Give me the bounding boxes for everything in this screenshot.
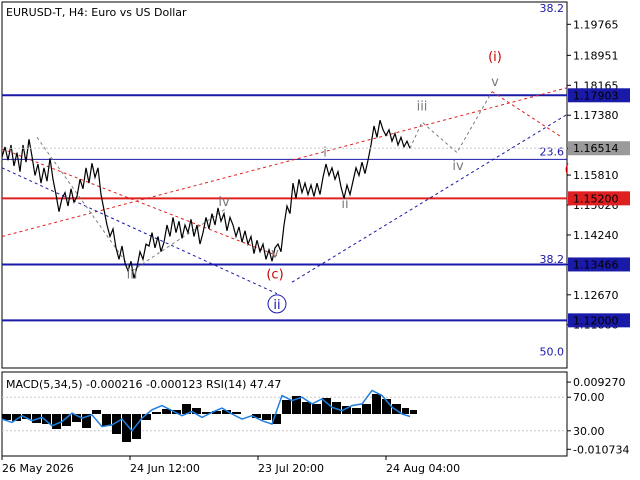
fibonacci-label: 23.6 [540,145,565,158]
wave-label: v [271,246,279,261]
wave-label: iii [127,267,138,282]
time-tick-label: 24 Jun 12:00 [130,462,200,475]
price-tick-label: 1.18951 [573,49,619,62]
price-tick-label: 1.12670 [573,289,619,302]
macd-bar [402,408,409,414]
fibonacci-label: 38.2 [540,2,565,15]
price-tick-label: 1.14240 [573,229,619,242]
macd-bar [52,414,61,429]
wave-label: v [491,75,499,90]
wave-label: ii [341,197,348,212]
macd-bar [152,412,161,414]
macd-bar [312,404,321,414]
price-label: 1.16514 [573,142,619,155]
price-label: 1.17903 [573,89,619,102]
wave-label: iv [218,195,230,210]
time-tick-label: 23 Jul 20:00 [258,462,324,475]
fibonacci-label: 50.0 [540,346,565,359]
price-chart: 38.223.638.250.0iiiivv(c)iiiiiiiiivv(i)(… [0,0,640,480]
indicator-tick-label: 0.009270 [573,376,626,389]
price-label: 1.13466 [573,258,619,271]
macd-bar [102,414,111,426]
indicator-tick-label: 70.00 [573,391,605,404]
fibonacci-label: 38.2 [540,253,565,266]
macd-bar [410,410,417,414]
wave-label: (c) [266,267,283,282]
price-tick-label: 1.17380 [573,109,619,122]
wave-label: ii [273,298,280,313]
macd-bar [302,402,311,414]
indicator-title: MACD(5,34,5) -0.000216 -0.000123 RSI(14)… [6,378,281,391]
price-tick-label: 1.15810 [573,169,619,182]
price-label: 1.15200 [573,192,619,205]
wave-label: iii [417,100,428,115]
macd-bar [232,412,241,414]
indicator-tick-label: 30.00 [573,425,605,438]
time-tick-label: 24 Aug 04:00 [386,462,460,475]
chart-title: EURUSD-T, H4: Euro vs US Dollar [6,6,187,19]
macd-bar [362,404,371,414]
price-tick-label: 1.19765 [573,18,619,31]
wave-label: (i) [488,50,502,65]
macd-bar [262,414,271,420]
wave-label: iv [452,159,464,174]
indicator-tick-label: -0.010734 [573,443,629,456]
price-label: 1.12000 [573,314,619,327]
macd-bar [282,400,291,414]
macd-bar [92,410,101,414]
time-tick-label: 26 May 2026 [2,462,74,475]
macd-bar [352,408,361,414]
macd-bar [372,394,381,414]
macd-bar [132,414,141,439]
wave-label: i [323,145,327,160]
